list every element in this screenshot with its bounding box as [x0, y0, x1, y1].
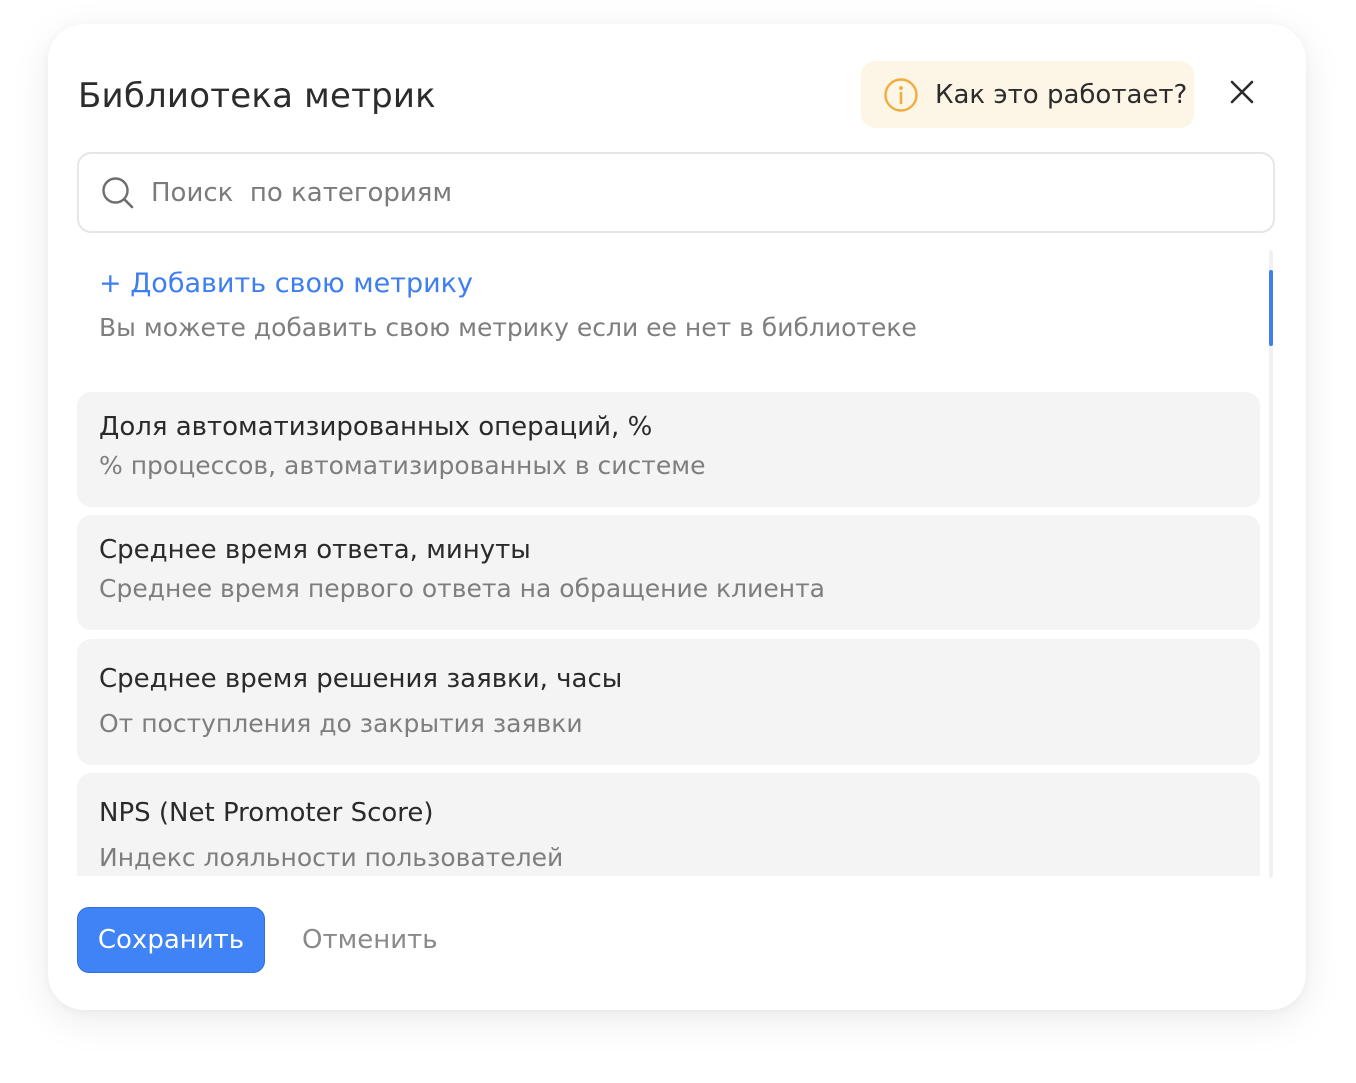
metrics-library-modal: Библиотека метрик Как это работает? + До… — [48, 24, 1306, 1010]
metric-card-resolution-time[interactable]: Среднее время решения заявки, часы От по… — [77, 639, 1260, 765]
metric-title: Доля автоматизированных операций, % — [99, 412, 653, 442]
metric-card-automation[interactable]: Доля автоматизированных операций, % % пр… — [77, 392, 1260, 507]
cancel-button[interactable]: Отменить — [302, 907, 438, 973]
list-scrollbar[interactable] — [1269, 250, 1273, 878]
metric-title: NPS (Net Promoter Score) — [99, 798, 434, 828]
metric-title: Среднее время решения заявки, часы — [99, 664, 623, 694]
add-metric-hint: Вы можете добавить свою метрику если ее … — [99, 313, 917, 342]
search-input[interactable] — [151, 177, 1151, 208]
save-button[interactable]: Сохранить — [77, 907, 265, 973]
add-metric-block: + Добавить свою метрику Вы можете добави… — [99, 266, 917, 344]
how-it-works-label: Как это работает? — [935, 79, 1188, 110]
metric-description: Индекс лояльности пользователей — [99, 843, 564, 872]
metric-description: % процессов, автоматизированных в систем… — [99, 451, 706, 480]
metric-description: От поступления до закрытия заявки — [99, 709, 583, 738]
metric-card-nps[interactable]: NPS (Net Promoter Score) Индекс лояльнос… — [77, 773, 1260, 876]
metric-card-response-time[interactable]: Среднее время ответа, минуты Среднее вре… — [77, 515, 1260, 630]
search-box — [77, 152, 1275, 233]
add-metric-link[interactable]: + Добавить свою метрику — [99, 266, 917, 302]
metric-description: Среднее время первого ответа на обращени… — [99, 574, 825, 603]
metric-title: Среднее время ответа, минуты — [99, 535, 531, 565]
search-icon — [102, 176, 134, 208]
scrollbar-thumb[interactable] — [1269, 270, 1273, 346]
modal-title: Библиотека метрик — [78, 76, 436, 116]
how-it-works-button[interactable]: Как это работает? — [861, 61, 1194, 128]
close-icon[interactable] — [1224, 74, 1260, 110]
metrics-list: + Добавить свою метрику Вы можете добави… — [77, 252, 1260, 876]
info-circle-icon — [884, 77, 918, 112]
